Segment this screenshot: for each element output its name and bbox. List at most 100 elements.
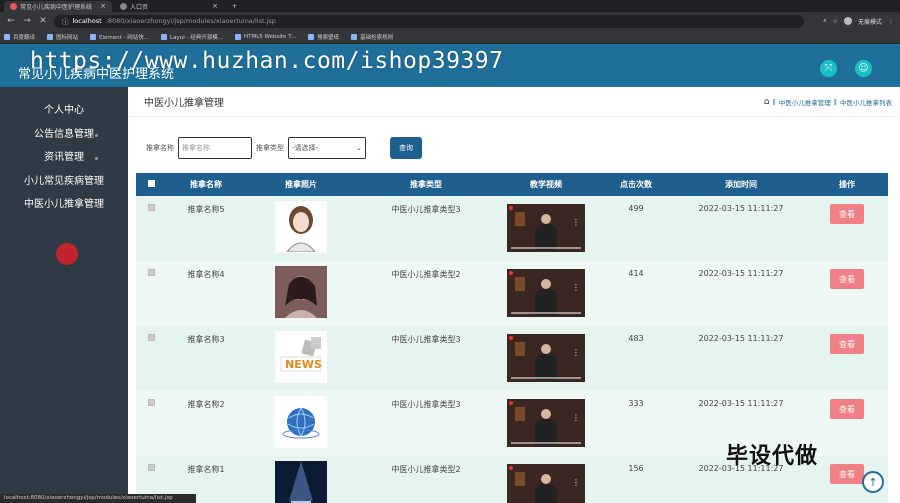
new-tab-button[interactable]: + — [226, 1, 243, 12]
select-all-checkbox[interactable] — [147, 180, 155, 187]
fullscreen-icon[interactable]: ⤧ — [820, 60, 837, 77]
info-icon: ⓘ — [62, 18, 69, 26]
back-icon[interactable]: ← — [6, 16, 16, 26]
bookmark-icon — [161, 33, 168, 40]
more-icon[interactable]: ⋮ — [572, 283, 580, 292]
view-button[interactable]: 查看 — [830, 399, 864, 419]
expand-dot-icon — [95, 180, 98, 184]
view-button[interactable]: 查看 — [830, 464, 864, 484]
bookmark-item[interactable]: Layui - 经典开源模... — [161, 33, 223, 41]
status-bar-url: localhost:8080/xiaoerzhongyi/jsp/modules… — [0, 494, 196, 503]
bookmark-icon — [4, 33, 10, 40]
stop-icon[interactable]: ✕ — [38, 16, 48, 26]
massage-name: 推拿名称5 — [187, 205, 225, 214]
bookmark-item[interactable]: 百度翻译 — [4, 33, 35, 41]
breadcrumb-item[interactable]: 中医小儿推拿管理 — [779, 97, 831, 107]
address-bar: ← → ✕ ⓘ localhost:8080/xiaoerzhongyi/jsp… — [0, 12, 900, 30]
bookmark-item[interactable]: HTML5 Website T... — [234, 33, 296, 40]
column-header: 操作 — [839, 180, 855, 189]
tab-favicon-icon — [120, 2, 127, 10]
massage-type: 中医小儿推拿类型3 — [391, 335, 461, 344]
massage-type: 中医小儿推拿类型2 — [391, 465, 461, 474]
expand-dot-icon — [95, 204, 98, 207]
sidebar-item-massage[interactable]: 中医小儿推拿管理 — [0, 193, 128, 217]
bookmark-item[interactable]: Element - 网站快... — [90, 33, 149, 41]
row-checkbox[interactable] — [147, 334, 155, 341]
click-count: 156 — [628, 464, 644, 473]
massage-photo: NEWS — [275, 331, 327, 383]
massage-type: 中医小儿推拿类型3 — [391, 205, 461, 214]
sidebar-item-news[interactable]: 资讯管理 — [0, 146, 128, 170]
column-header: 添加时间 — [725, 180, 757, 189]
breadcrumb-item[interactable]: 中医小儿推拿列表 — [840, 97, 892, 107]
search-button[interactable]: 查询 — [390, 137, 422, 159]
more-icon[interactable]: ⋮ — [572, 413, 580, 422]
teaching-video[interactable]: ⋮ — [507, 269, 585, 317]
row-checkbox[interactable] — [147, 399, 155, 406]
table-row: 推拿名称5 中医小儿推拿类型3 ⋮ 499 2022-03-15 11:11:2… — [136, 196, 888, 261]
menu-icon[interactable]: ⋮ — [888, 18, 894, 25]
teaching-video[interactable]: ⋮ — [507, 204, 585, 252]
breadcrumb-sep: ‖ — [772, 97, 776, 106]
sidebar-item-personal-center[interactable]: 个人中心 — [0, 99, 128, 123]
column-header: 推拿类型 — [410, 180, 442, 189]
url-path: :8080/xiaoerzhongyi/jsp/modules/xiaoertu… — [105, 17, 276, 25]
click-count: 483 — [628, 334, 644, 343]
teaching-video[interactable]: ⋮ — [507, 399, 585, 447]
row-checkbox[interactable] — [147, 204, 155, 211]
bookmark-item[interactable]: 图标网站 — [47, 33, 78, 41]
more-icon[interactable]: ⋮ — [572, 218, 580, 227]
browser-tab[interactable]: 入口页 × — [114, 1, 224, 12]
name-search-input[interactable]: 推拿名称 — [178, 137, 252, 159]
bookmark-item[interactable]: 搜索壁纸 — [308, 33, 339, 41]
profile-label[interactable]: 无痕模式 — [858, 17, 882, 26]
massage-name: 推拿名称4 — [187, 270, 225, 279]
incognito-icon[interactable] — [843, 17, 852, 25]
massage-photo — [275, 201, 327, 253]
table-row: 推拿名称4 中医小儿推拿类型2 ⋮ 414 2022-03-15 11:11:2… — [136, 261, 888, 326]
bookmark-icon — [234, 33, 241, 40]
added-time: 2022-03-15 11:11:27 — [698, 204, 784, 213]
search-form: 推拿名称 推拿名称 推拿类型 -请选择- ⌄ 查询 — [128, 123, 900, 173]
table-header-row: 推拿名称 推拿照片 推拿类型 教学视频 点击次数 添加时间 操作 — [136, 173, 888, 196]
massage-type: 中医小儿推拿类型2 — [391, 270, 461, 279]
view-button[interactable]: 查看 — [830, 334, 864, 354]
type-label: 推拿类型 — [256, 144, 284, 152]
row-checkbox[interactable] — [147, 269, 155, 276]
scroll-top-icon[interactable]: ↑ — [862, 471, 884, 493]
massage-photo — [275, 396, 327, 448]
bookmark-star-icon[interactable]: ☆ — [833, 18, 838, 25]
view-button[interactable]: 查看 — [830, 204, 864, 224]
click-count: 499 — [628, 204, 644, 213]
type-select[interactable]: -请选择- ⌄ — [288, 137, 366, 159]
breadcrumb: ⌂ ‖ 中医小儿推拿管理 ‖ 中医小儿推拿列表 — [764, 97, 892, 107]
sidebar-item-notices[interactable]: 公告信息管理 — [0, 123, 128, 147]
row-checkbox[interactable] — [147, 464, 155, 471]
view-button[interactable]: 查看 — [830, 269, 864, 289]
close-tab-icon[interactable]: × — [100, 2, 106, 10]
more-icon[interactable]: ⋮ — [572, 348, 580, 357]
teaching-video[interactable]: ⋮ — [507, 464, 585, 503]
zoom-icon[interactable]: ⌕ — [823, 17, 826, 25]
column-header: 推拿照片 — [285, 180, 317, 189]
tab-title: 常见小儿疾病中医护理系统 — [20, 3, 93, 11]
url-input[interactable]: ⓘ localhost:8080/xiaoerzhongyi/jsp/modul… — [54, 14, 804, 28]
more-icon[interactable]: ⋮ — [572, 478, 580, 487]
massage-name: 推拿名称3 — [187, 335, 225, 344]
table-row: 推拿名称3 NEWS 中医小儿推拿类型3 ⋮ 483 2022-03-15 11… — [136, 326, 888, 391]
teaching-video[interactable]: ⋮ — [507, 334, 585, 382]
name-label: 推拿名称 — [146, 144, 174, 152]
sidebar: 个人中心 公告信息管理 资讯管理 小儿常见疾病管理 中医小儿推拿管理 — [0, 87, 128, 503]
breadcrumb-sep: ‖ — [833, 97, 837, 106]
click-count: 333 — [628, 399, 644, 408]
forward-icon[interactable]: → — [22, 16, 32, 26]
close-tab-icon[interactable]: × — [212, 2, 218, 10]
bookmark-icon — [90, 33, 97, 40]
bookmark-item[interactable]: 基础检索规则 — [351, 33, 393, 41]
home-icon[interactable]: ⌂ — [764, 97, 770, 107]
expand-dot-icon — [95, 133, 98, 137]
user-icon[interactable]: ☺ — [855, 60, 872, 77]
column-header: 点击次数 — [620, 180, 652, 189]
sidebar-item-diseases[interactable]: 小儿常见疾病管理 — [0, 170, 128, 194]
browser-tab-active[interactable]: 常见小儿疾病中医护理系统 × — [4, 0, 112, 12]
